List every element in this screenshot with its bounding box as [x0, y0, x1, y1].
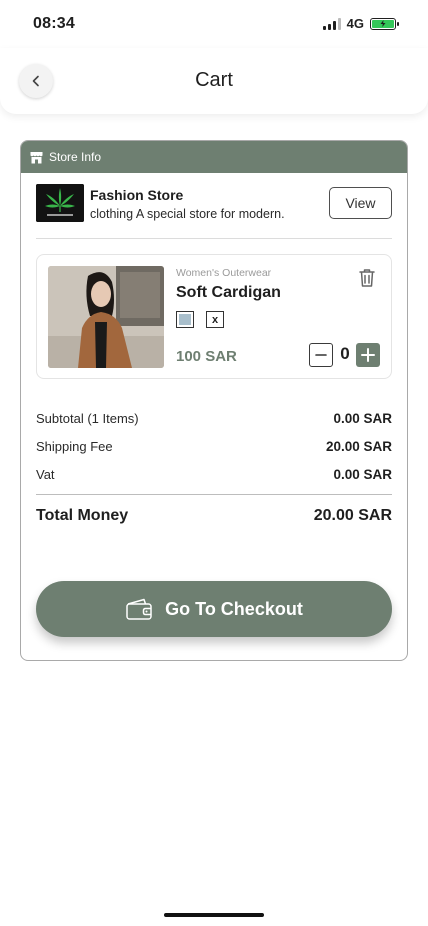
store-info-bar: Store Info: [21, 141, 407, 173]
cart-card: Store Info Fashion Store clothing A spec…: [20, 140, 408, 661]
product-category: Women's Outerwear: [176, 267, 272, 279]
network-label: 4G: [346, 16, 364, 31]
increase-quantity-button[interactable]: [356, 343, 380, 367]
total-label: Total Money: [36, 507, 129, 524]
total-row: Total Money 20.00 SAR: [36, 507, 392, 525]
shipping-row: Shipping Fee 20.00 SAR: [36, 439, 392, 454]
vat-row: Vat 0.00 SAR: [36, 467, 392, 482]
signal-icon: [322, 17, 341, 30]
shipping-label: Shipping Fee: [36, 439, 113, 454]
checkout-label: Go To Checkout: [165, 598, 303, 619]
view-store-button[interactable]: View: [329, 187, 392, 219]
status-time: 08:34: [33, 15, 75, 32]
subtotal-row: Subtotal (1 Items) 0.00 SAR: [36, 411, 392, 426]
shipping-value: 20.00 SAR: [325, 439, 392, 454]
plus-icon: [361, 348, 375, 362]
vat-label: Vat: [36, 467, 55, 482]
checkout-button[interactable]: Go To Checkout: [36, 581, 392, 637]
status-indicators: 4G: [322, 16, 399, 31]
home-indicator: [164, 913, 264, 917]
status-bar: 08:34 4G: [0, 0, 428, 48]
total-value: 20.00 SAR: [313, 507, 392, 524]
app-header: Cart: [0, 48, 428, 114]
store-description: clothing A special store for modern.: [90, 207, 285, 221]
product-price: 100 SAR: [176, 348, 237, 365]
trash-icon: [359, 269, 375, 287]
quantity-value: 0: [340, 344, 350, 363]
wallet-icon: [126, 598, 152, 620]
subtotal-value: 0.00 SAR: [333, 411, 392, 426]
minus-icon: [315, 354, 327, 356]
page-title: Cart: [195, 69, 233, 91]
store-logo: [36, 184, 84, 222]
divider: [36, 238, 392, 239]
store-row: Fashion Store clothing A special store f…: [36, 184, 392, 238]
store-info-label: Store Info: [49, 150, 102, 164]
product-image: [48, 266, 164, 368]
vat-value: 0.00 SAR: [333, 467, 392, 482]
battery-icon: [370, 17, 399, 30]
subtotal-label: Subtotal (1 Items): [36, 411, 139, 426]
color-swatch[interactable]: [176, 311, 194, 328]
store-name: Fashion Store: [90, 187, 184, 203]
divider: [36, 494, 392, 495]
product-title: Soft Cardigan: [176, 284, 281, 301]
storefront-icon: [30, 151, 43, 163]
size-option[interactable]: x: [206, 311, 224, 328]
cart-item: Women's Outerwear Soft Cardigan x 100 SA…: [36, 254, 392, 379]
decrease-quantity-button[interactable]: [309, 343, 333, 367]
delete-item-button[interactable]: [356, 267, 378, 289]
